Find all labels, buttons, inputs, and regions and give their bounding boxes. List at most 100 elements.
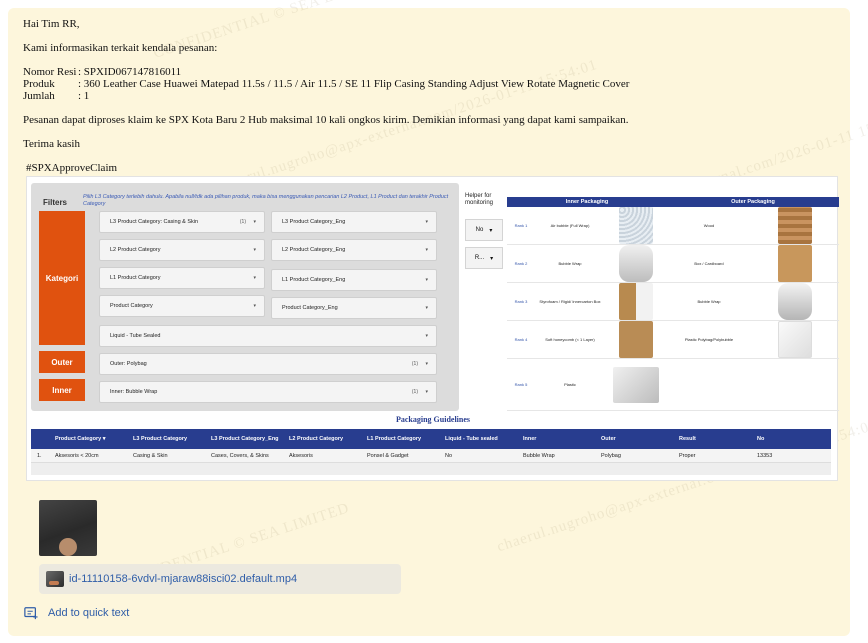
caret-down-icon: ▾: [425, 361, 428, 367]
dropdown-label: L3 Product Category: Casing & Skin: [110, 219, 199, 225]
packaging-rank-table: Inner Packaging Outer Packaging Rank 1 A…: [507, 197, 839, 411]
closing-text: Terima kasih: [23, 138, 80, 150]
polybag-image: [751, 321, 839, 358]
caret-down-icon: ▾: [425, 333, 428, 339]
field-value: : SPXID067147816011: [78, 66, 182, 78]
helper-r-button[interactable]: R... ▾: [465, 247, 503, 269]
packaging-row: Rank 2 Bubble Wrap Box / Cardboard: [507, 245, 839, 283]
bubble-roll-image: [751, 283, 839, 320]
column-header: Outer: [601, 436, 616, 442]
column-header[interactable]: Product Category ▾: [55, 436, 133, 442]
table-cell: Aksesoris: [289, 452, 313, 459]
outer-dropdown[interactable]: Outer: Polybag (1) ▾: [99, 353, 437, 375]
dropdown-count: (1): [411, 389, 418, 395]
dropdown-label: Outer: Polybag: [110, 361, 147, 367]
plastic-bag-image: [605, 359, 667, 410]
packaging-row: Rank 5 Plastic: [507, 359, 839, 411]
field-label: Jumlah: [23, 90, 55, 102]
table-cell: Casing & Skin: [133, 452, 168, 459]
caret-down-icon: ▾: [253, 219, 256, 225]
add-to-quick-text-button[interactable]: Add to quick text: [24, 606, 129, 620]
table-cell: Proper: [679, 452, 696, 459]
dropdown-count: (1): [239, 219, 246, 225]
filters-note: Pilih L3 Category terlebih dahulu. Apabi…: [83, 194, 449, 207]
guidelines-title: Packaging Guidelines: [395, 415, 470, 424]
quick-text-add-icon: [24, 607, 38, 620]
sort-desc-icon: ▾: [102, 436, 106, 442]
table-row: 1. Aksesoris < 20cm Casing & Skin Cases,…: [31, 449, 831, 463]
dropdown-label: L1 Product Category_Eng: [282, 277, 346, 283]
table-cell: Aksesoris < 20cm: [55, 452, 99, 459]
table-cell: Cases, Covers, & Skins: [211, 452, 269, 459]
button-label: No: [475, 227, 484, 233]
guidelines-table: Product Category ▾ L3 Product Category L…: [31, 429, 831, 475]
field-jumlah: Jumlah : 1: [23, 90, 823, 102]
inner-name: Air bubble (Full Wrap): [550, 223, 590, 228]
greeting: Hai Tim RR,: [23, 18, 80, 30]
body-text: Pesanan dapat diproses klaim ke SPX Kota…: [23, 114, 629, 126]
caret-down-icon: ▾: [425, 247, 428, 253]
bubble-wrap-image: [605, 207, 667, 244]
l3-category-eng-dropdown[interactable]: L3 Product Category_Eng ▾: [271, 211, 437, 233]
packaging-header: Inner Packaging Outer Packaging: [507, 197, 839, 207]
header-label: Product Category: [55, 436, 102, 442]
l2-category-eng-dropdown[interactable]: L2 Product Category_Eng ▾: [271, 239, 437, 261]
liquid-dropdown[interactable]: Liquid - Tube Sealed ▾: [99, 325, 437, 347]
inner-name: Soft honeycomb (< 1 Layer): [545, 337, 595, 342]
video-thumbnail[interactable]: [39, 500, 97, 556]
caret-down-icon: ▾: [253, 275, 256, 281]
rank-label: Rank 1: [514, 223, 528, 228]
column-header: L1 Product Category: [367, 436, 422, 442]
outer-name: Wood: [703, 223, 715, 228]
product-category-eng-dropdown[interactable]: Product Category_Eng ▾: [271, 297, 437, 319]
outer-name: Box / Cardboard: [694, 261, 724, 266]
embedded-screenshot[interactable]: Filters Pilih L3 Category terlebih dahul…: [26, 176, 839, 481]
dropdown-label: L3 Product Category_Eng: [282, 219, 346, 225]
filters-title: Filters: [43, 198, 68, 207]
product-category-dropdown[interactable]: Product Category ▾: [99, 295, 265, 317]
column-header: Inner: [523, 436, 537, 442]
caret-down-icon: ▾: [425, 389, 428, 395]
cardboard-box-image: [751, 245, 839, 282]
intro-text: Kami informasikan terkait kendala pesana…: [23, 42, 218, 54]
field-value: : 360 Leather Case Huawei Matepad 11.5s …: [78, 78, 630, 90]
dropdown-label: L2 Product Category_Eng: [282, 247, 346, 253]
dropdown-label: Product Category_Eng: [282, 305, 338, 311]
caret-down-icon: ▾: [425, 219, 428, 225]
attachment-file[interactable]: id-11110158-6vdvl-mjaraw88isci02.default…: [39, 564, 401, 594]
dropdown-label: Product Category: [110, 303, 153, 309]
attachment-filename[interactable]: id-11110158-6vdvl-mjaraw88isci02.default…: [69, 573, 297, 585]
caret-down-icon: ▾: [253, 303, 256, 309]
caret-down-icon: ▾: [425, 305, 428, 311]
inner-dropdown[interactable]: Inner: Bubble Wrap (1) ▾: [99, 381, 437, 403]
table-cell: Bubble Wrap: [523, 452, 555, 459]
table-cell: No: [445, 452, 453, 459]
inner-name: Plastic: [564, 382, 576, 387]
bubble-roll-image: [605, 245, 667, 282]
dropdown-label: Inner: Bubble Wrap: [110, 389, 158, 395]
outer-packaging-header: Outer Packaging: [731, 199, 775, 205]
honeycomb-paper-image: [605, 321, 667, 358]
column-header: Result: [679, 436, 696, 442]
caret-down-icon: ▾: [425, 277, 428, 283]
column-header: L2 Product Category: [289, 436, 344, 442]
helper-no-button[interactable]: No ▾: [465, 219, 503, 241]
l1-category-dropdown[interactable]: L1 Product Category ▾: [99, 267, 265, 289]
thumbnail-content: [59, 538, 77, 556]
field-label: Nomor Resi: [23, 66, 77, 78]
l2-category-dropdown[interactable]: L2 Product Category ▾: [99, 239, 265, 261]
outer-name: Bubble Wrap: [697, 299, 721, 304]
inner-name: Styrofoam / Rigid/ Innercarton Box: [539, 299, 601, 304]
l1-category-eng-dropdown[interactable]: L1 Product Category_Eng ▾: [271, 269, 437, 291]
rank-label: Rank 3: [514, 299, 528, 304]
packaging-row: Rank 4 Soft honeycomb (< 1 Layer) Plasti…: [507, 321, 839, 359]
kategori-label: Kategori: [39, 211, 85, 345]
column-header: No: [757, 436, 765, 442]
dropdown-count: (1): [411, 361, 418, 367]
video-file-icon: [46, 571, 64, 587]
table-footer: [31, 463, 831, 475]
hashtag: #SPXApproveClaim: [26, 162, 118, 174]
inner-label: Inner: [39, 379, 85, 401]
l3-category-dropdown[interactable]: L3 Product Category: Casing & Skin (1) ▾: [99, 211, 265, 233]
column-header: L3 Product Category_Eng: [211, 436, 279, 442]
